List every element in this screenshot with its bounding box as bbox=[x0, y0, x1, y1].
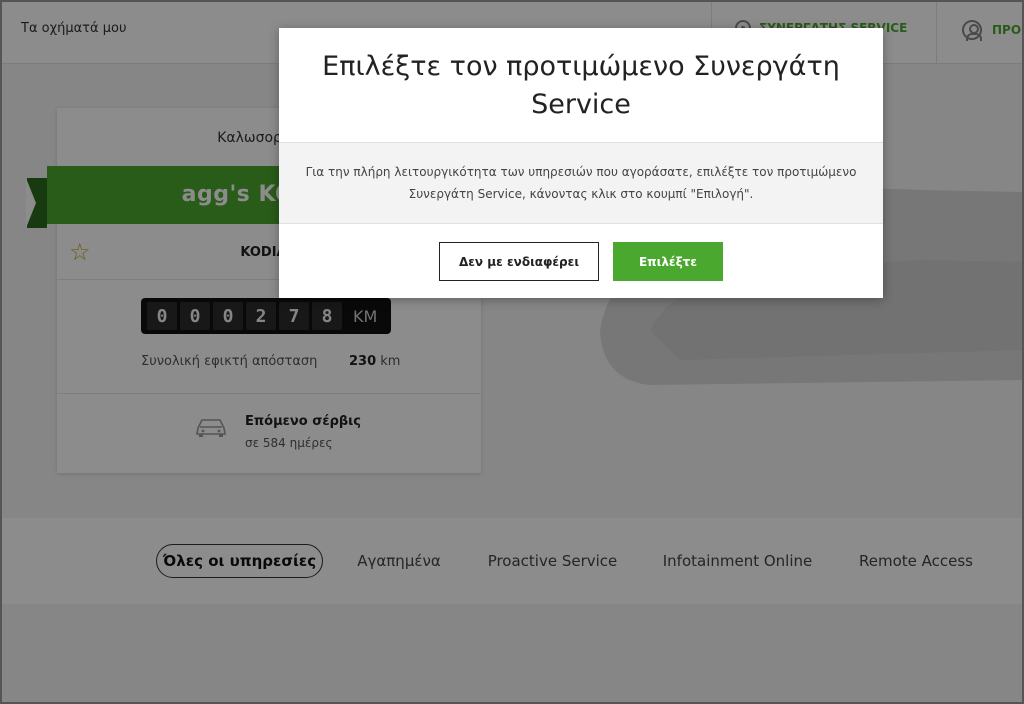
dialog-title: Επιλέξτε τον προτιμώμενο Συνεργάτη Servi… bbox=[322, 51, 840, 120]
dialog-body: Για την πλήρη λειτουργικότητα των υπηρεσ… bbox=[279, 142, 883, 224]
select-button[interactable]: Επιλέξτε bbox=[613, 242, 723, 281]
not-interested-button[interactable]: Δεν με ενδιαφέρει bbox=[439, 242, 599, 281]
dialog-message: Για την πλήρη λειτουργικότητα των υπηρεσ… bbox=[305, 165, 857, 201]
service-partner-dialog: Επιλέξτε τον προτιμώμενο Συνεργάτη Servi… bbox=[279, 28, 883, 298]
